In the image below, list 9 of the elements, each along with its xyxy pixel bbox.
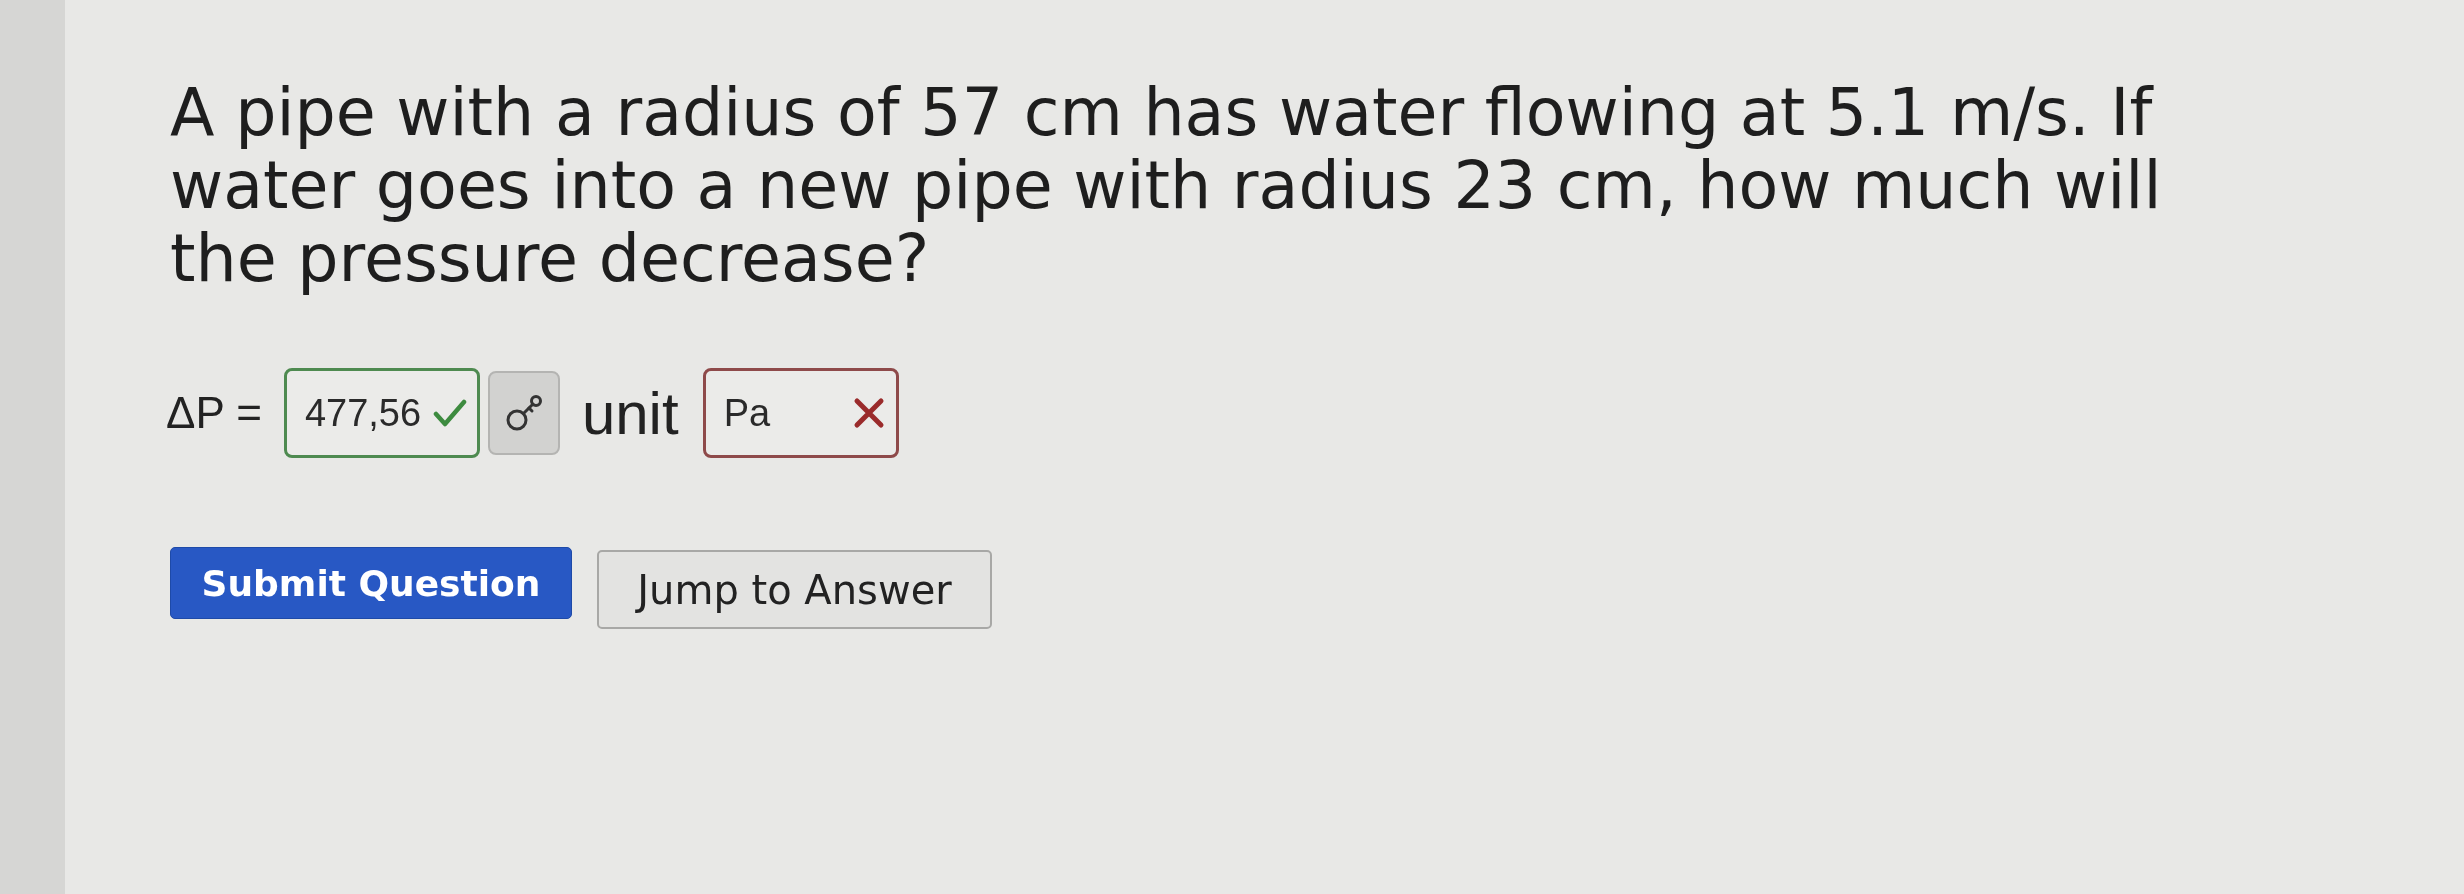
submit-button[interactable]: Submit Question [170,547,572,619]
key-button[interactable] [487,371,560,455]
action-button[interactable]: Jump to Answer [597,550,992,629]
answer-field[interactable]: 477,56 [283,368,480,458]
key-icon [504,394,543,432]
delta-p-label: ΔP = [166,388,262,438]
answer-field[interactable]: Pa [702,368,899,458]
unit-label: unit [581,378,679,448]
question-text: A pipe with a radius of 57 cm has water flowing at 5.1 m/s. If water goes into a new pipe with radius 23 cm, how much will the pressure decrease? [170,76,2163,295]
